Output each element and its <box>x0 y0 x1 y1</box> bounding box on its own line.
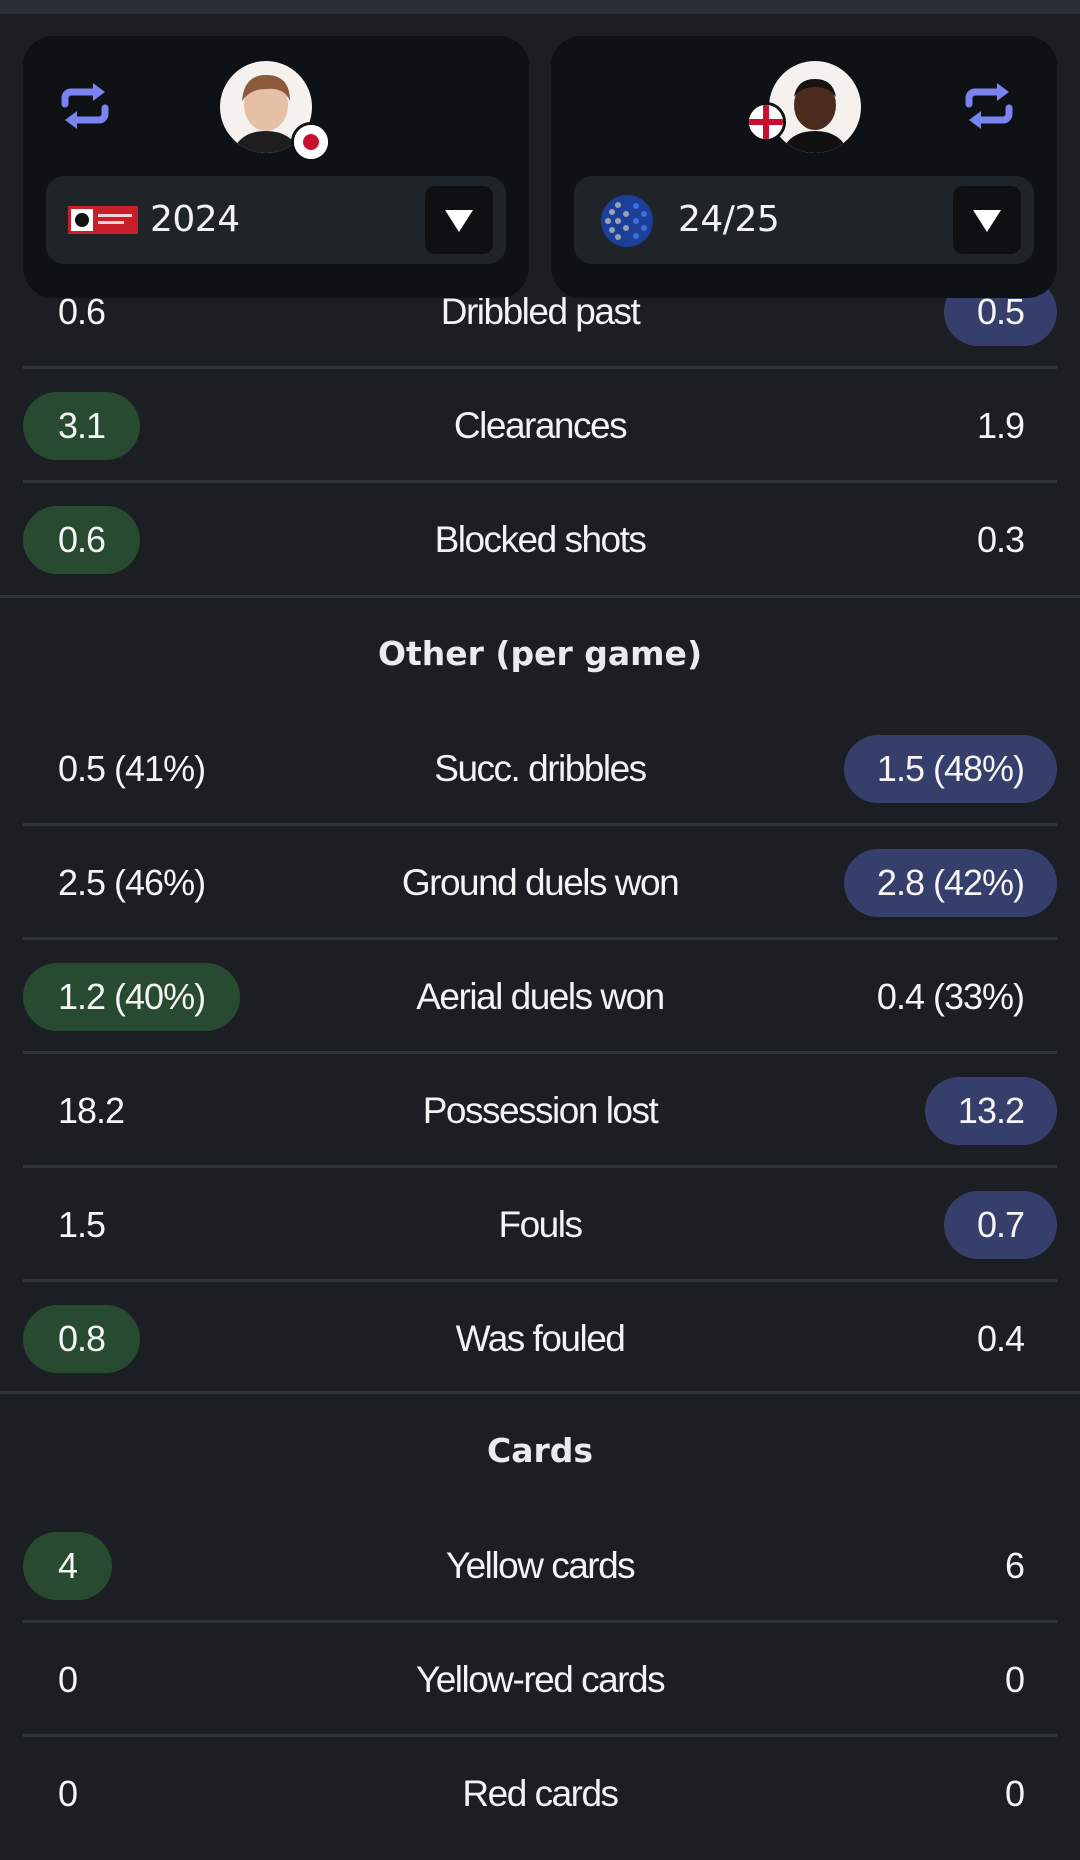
stat-row-red-cards: 0 Red cards 0 <box>23 1737 1057 1851</box>
stat-row-yellow-red-cards: 0 Yellow-red cards 0 <box>23 1623 1057 1737</box>
left-player-card: 2024 <box>23 36 529 298</box>
stat-right-value: 6 <box>1004 1545 1025 1586</box>
left-season-value: 2024 <box>150 199 240 240</box>
club-crest-icon <box>601 195 653 247</box>
stat-right-value: 2.8 (42%) <box>843 849 1057 917</box>
left-season-dropdown-button[interactable] <box>425 186 493 254</box>
stat-right-value: 1.9 <box>976 405 1025 446</box>
japan-flag-icon <box>291 122 331 162</box>
status-bar-strip <box>0 0 1080 14</box>
right-season-dropdown-button[interactable] <box>953 186 1021 254</box>
right-player-avatar[interactable] <box>769 61 861 153</box>
stat-label: Possession lost <box>422 1090 659 1131</box>
england-flag-icon <box>746 102 786 142</box>
stat-row-fouls: 1.5 Fouls 0.7 <box>23 1168 1057 1282</box>
stat-row-clearances: 3.1 Clearances 1.9 <box>23 369 1057 483</box>
chevron-down-icon <box>973 210 1001 232</box>
section-divider <box>0 1391 1080 1394</box>
stat-row-was-fouled: 0.8 Was fouled 0.4 <box>23 1282 1057 1396</box>
section-title-other: Other (per game) <box>377 634 703 673</box>
stat-right-value: 13.2 <box>924 1077 1057 1145</box>
stat-label: Yellow cards <box>445 1545 636 1586</box>
stat-right-value: 0.4 <box>976 1318 1025 1359</box>
stat-row-ground-duels: 2.5 (46%) Ground duels won 2.8 (42%) <box>23 826 1057 940</box>
swap-player-icon[interactable] <box>959 76 1019 136</box>
stat-right-value: 0 <box>1004 1773 1025 1814</box>
stat-row-blocked-shots: 0.6 Blocked shots 0.3 <box>23 483 1057 597</box>
stat-right-value: 0.7 <box>943 1191 1057 1259</box>
stat-label: Clearances <box>453 405 628 446</box>
chevron-down-icon <box>445 210 473 232</box>
right-season-select[interactable]: 24/25 <box>574 176 1034 264</box>
stat-row-possession-lost: 18.2 Possession lost 13.2 <box>23 1054 1057 1168</box>
stat-row-succ-dribbles: 0.5 (41%) Succ. dribbles 1.5 (48%) <box>23 712 1057 826</box>
left-season-select[interactable]: 2024 <box>46 176 506 264</box>
section-divider <box>0 595 1080 598</box>
stat-row-yellow-cards: 4 Yellow cards 6 <box>23 1509 1057 1623</box>
right-season-value: 24/25 <box>678 199 780 240</box>
j1-league-logo <box>68 206 138 234</box>
stat-right-value: 0 <box>1004 1659 1025 1700</box>
stat-row-aerial-duels: 1.2 (40%) Aerial duels won 0.4 (33%) <box>23 940 1057 1054</box>
stat-label: Blocked shots <box>434 519 647 560</box>
stat-right-value: 0.3 <box>976 519 1025 560</box>
stat-label: Red cards <box>462 1773 619 1814</box>
swap-player-icon[interactable] <box>55 76 115 136</box>
stat-label: Yellow-red cards <box>415 1659 666 1700</box>
stat-label: Was fouled <box>455 1318 626 1359</box>
stat-right-value: 0.4 (33%) <box>876 976 1025 1017</box>
stat-right-value: 1.5 (48%) <box>843 735 1057 803</box>
right-player-card: 24/25 <box>551 36 1057 298</box>
stat-label: Fouls <box>498 1204 583 1245</box>
section-title-cards: Cards <box>486 1431 594 1470</box>
